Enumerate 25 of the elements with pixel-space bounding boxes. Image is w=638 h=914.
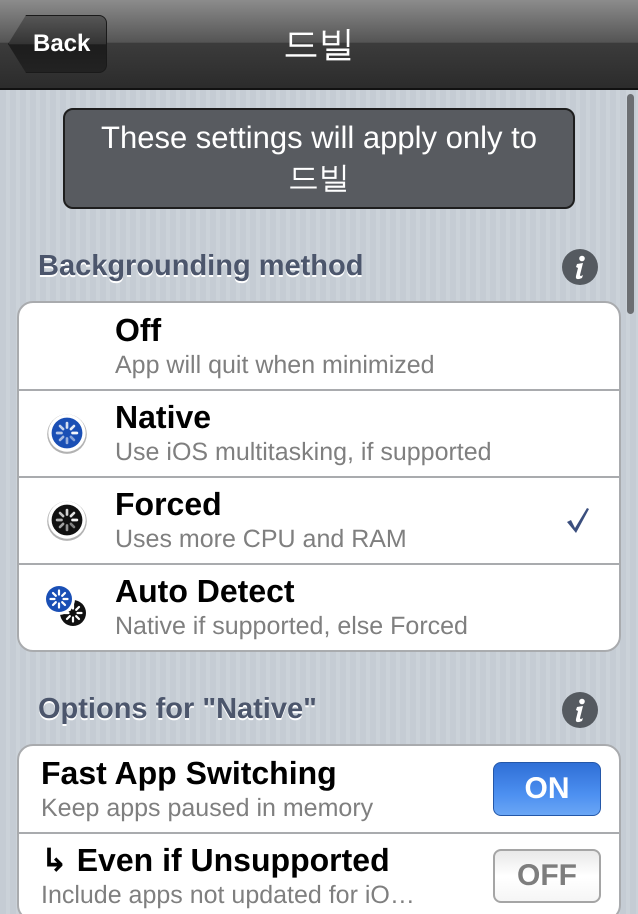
option-title: Off (115, 310, 162, 349)
window-title: 드빌 (283, 22, 355, 66)
option-row[interactable]: Auto Detect Native if supported, else Forced (19, 562, 619, 650)
info-icon[interactable] (562, 692, 598, 728)
option-description: Use iOS multitasking, if supported (115, 437, 493, 468)
option-description: App will quit when minimized (115, 350, 436, 381)
option-title: Fast App Switching (41, 754, 338, 792)
back-button[interactable]: Back (8, 15, 108, 73)
toggle-switch[interactable]: OFF (493, 849, 601, 904)
option-description: Keep apps paused in memory (41, 792, 374, 824)
option-description: Uses more CPU and RAM (115, 524, 408, 556)
option-description: Include apps not updated for iO… (41, 880, 416, 912)
notice-message: These settings will apply only to 드빌 (63, 108, 575, 209)
option-row[interactable]: Forced Uses more CPU and RAM (19, 476, 619, 563)
option-row[interactable]: Native Use iOS multitasking, if supported (19, 388, 619, 476)
section-header: Backgrounding method (38, 250, 364, 284)
option-row[interactable]: Off App will quit when minimized (19, 302, 619, 389)
option-title: Auto Detect (115, 572, 296, 610)
section-header: Options for "Native" (38, 693, 317, 726)
option-title: Forced (115, 485, 223, 524)
toggle-switch[interactable]: ON (493, 762, 601, 816)
option-description: Native if supported, else Forced (115, 611, 469, 642)
option-title: ↳ Even if Unsupported (41, 841, 391, 880)
option-title: Native (115, 398, 212, 436)
info-icon[interactable] (562, 248, 598, 285)
